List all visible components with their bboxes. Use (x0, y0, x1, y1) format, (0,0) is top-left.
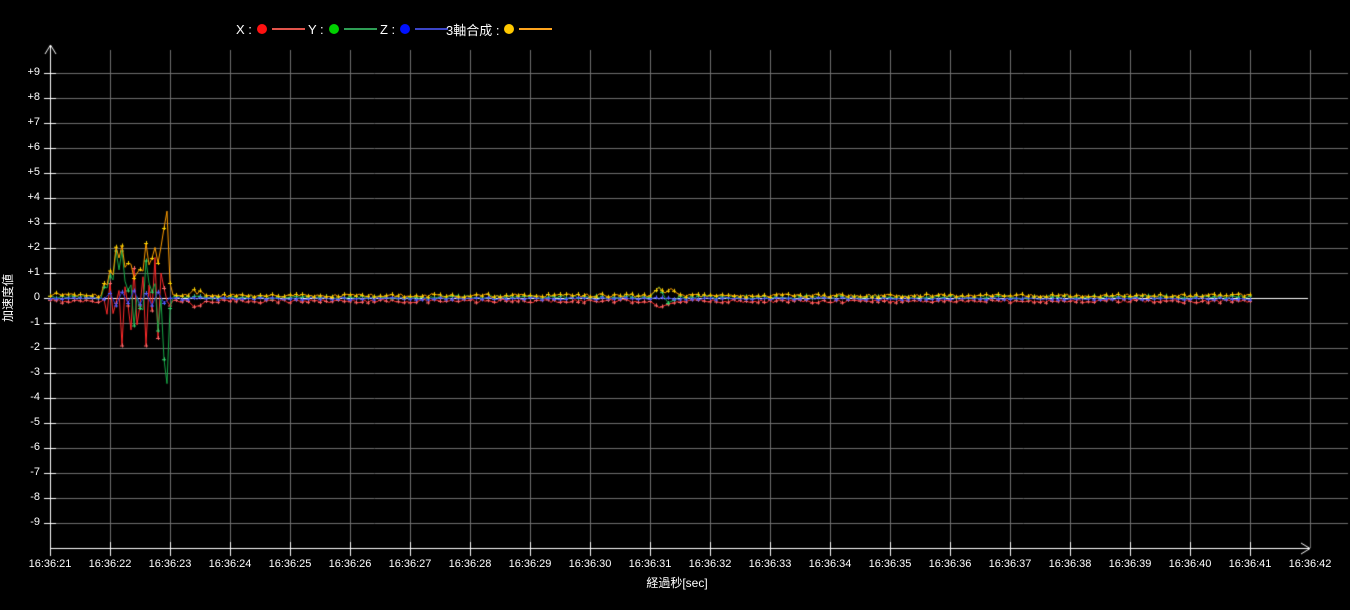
x-tick-label: 16:36:35 (862, 558, 918, 570)
x-tick-label: 16:36:30 (562, 558, 618, 570)
x-tick-label: 16:36:28 (442, 558, 498, 570)
series-z-line-icon (415, 28, 448, 30)
legend-label-y: Y : (308, 22, 324, 37)
y-tick-label: -3 (12, 366, 40, 378)
y-tick-label: -1 (12, 316, 40, 328)
series-y-line-icon (344, 28, 377, 30)
legend-label-z: Z : (380, 22, 395, 37)
x-tick-label: 16:36:31 (622, 558, 678, 570)
x-tick-label: 16:36:33 (742, 558, 798, 570)
chart-legend: X : Y : Z : 3軸合成 : (236, 21, 576, 37)
y-tick-label: -8 (12, 491, 40, 503)
y-tick-label: +7 (12, 116, 40, 128)
y-tick-label: -9 (12, 516, 40, 528)
x-tick-label: 16:36:39 (1102, 558, 1158, 570)
y-tick-label: 0 (12, 291, 40, 303)
x-tick-label: 16:36:22 (82, 558, 138, 570)
x-tick-label: 16:36:27 (382, 558, 438, 570)
legend-label-composite: 3軸合成 : (446, 20, 499, 39)
legend-item-composite: 3軸合成 : (446, 21, 552, 37)
series-x-dot-icon (257, 24, 267, 34)
x-tick-label: 16:36:24 (202, 558, 258, 570)
x-tick-label: 16:36:37 (982, 558, 1038, 570)
x-tick-label: 16:36:29 (502, 558, 558, 570)
legend-item-x: X : (236, 21, 305, 37)
y-tick-label: -6 (12, 441, 40, 453)
acceleration-chart: X : Y : Z : 3軸合成 : 加速度値 経過秒[sec] +9+8+7+… (0, 0, 1350, 610)
series-z-dot-icon (400, 24, 410, 34)
plot-canvas (0, 0, 1350, 610)
y-tick-label: -7 (12, 466, 40, 478)
x-tick-label: 16:36:21 (22, 558, 78, 570)
y-tick-label: +3 (12, 216, 40, 228)
y-tick-label: +9 (12, 66, 40, 78)
series-composite-line-icon (519, 28, 552, 30)
x-tick-label: 16:36:23 (142, 558, 198, 570)
y-tick-label: +2 (12, 241, 40, 253)
x-tick-label: 16:36:32 (682, 558, 738, 570)
x-tick-label: 16:36:38 (1042, 558, 1098, 570)
y-tick-label: -5 (12, 416, 40, 428)
x-tick-label: 16:36:41 (1222, 558, 1278, 570)
x-tick-label: 16:36:26 (322, 558, 378, 570)
x-tick-label: 16:36:42 (1282, 558, 1338, 570)
y-tick-label: +4 (12, 191, 40, 203)
y-tick-label: +6 (12, 141, 40, 153)
series-y-dot-icon (329, 24, 339, 34)
y-tick-label: +5 (12, 166, 40, 178)
y-tick-label: +8 (12, 91, 40, 103)
x-tick-label: 16:36:40 (1162, 558, 1218, 570)
legend-label-x: X : (236, 22, 252, 37)
series-composite-dot-icon (504, 24, 514, 34)
x-axis-title: 経過秒[sec] (617, 574, 737, 591)
legend-item-z: Z : (380, 21, 448, 37)
series-x-line-icon (272, 28, 305, 30)
y-tick-label: +1 (12, 266, 40, 278)
y-tick-label: -2 (12, 341, 40, 353)
y-tick-label: -4 (12, 391, 40, 403)
x-tick-label: 16:36:34 (802, 558, 858, 570)
x-tick-label: 16:36:25 (262, 558, 318, 570)
legend-item-y: Y : (308, 21, 377, 37)
x-tick-label: 16:36:36 (922, 558, 978, 570)
